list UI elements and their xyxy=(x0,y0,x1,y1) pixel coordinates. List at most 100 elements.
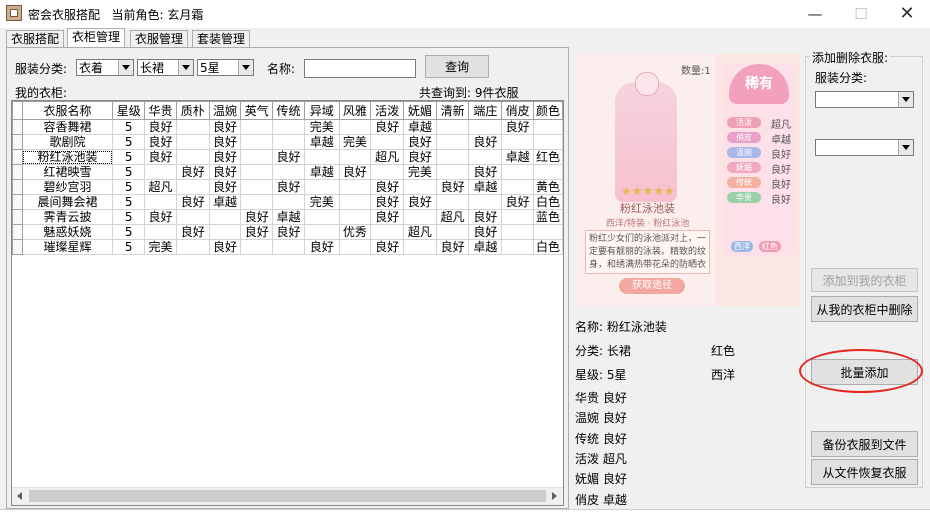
table-row[interactable]: 霁青云披 5 良好 良好 卓越 良好 超凡 良好 蓝色 xyxy=(12,209,563,225)
column-header[interactable]: 质朴 xyxy=(175,101,210,120)
table-cell[interactable] xyxy=(338,194,372,210)
category-select[interactable]: 衣着 xyxy=(76,59,134,76)
table-cell[interactable]: 超凡 xyxy=(403,224,437,240)
column-header[interactable]: 华贵 xyxy=(144,101,177,120)
table-cell[interactable] xyxy=(240,119,274,135)
table-cell[interactable] xyxy=(175,134,210,150)
table-cell[interactable]: 卓越 xyxy=(303,134,340,150)
table-cell[interactable]: 超凡 xyxy=(435,209,470,225)
table-cell[interactable] xyxy=(468,119,503,135)
table-cell[interactable]: 良好 xyxy=(240,209,274,225)
table-cell[interactable]: 良好 xyxy=(303,239,340,255)
table-cell[interactable] xyxy=(338,209,372,225)
table-cell[interactable] xyxy=(532,119,563,135)
table-cell[interactable] xyxy=(272,119,305,135)
table-cell[interactable]: 超凡 xyxy=(370,149,405,165)
table-cell[interactable]: 容香舞裙 xyxy=(21,119,114,135)
scroll-left-icon[interactable] xyxy=(12,488,29,505)
table-row[interactable]: 晨间舞会裙 5 良好 卓越 完美 良好 良好 良好 白色 xyxy=(12,194,563,210)
table-cell[interactable]: 良好 xyxy=(175,164,210,180)
table-cell[interactable]: 良好 xyxy=(468,209,503,225)
table-cell[interactable]: 5 xyxy=(112,149,146,165)
table-cell[interactable]: 良好 xyxy=(501,194,534,210)
table-cell[interactable] xyxy=(175,179,210,195)
column-header[interactable]: 异域 xyxy=(303,101,340,120)
backup-to-file-button[interactable]: 备份衣服到文件 xyxy=(811,431,918,457)
table-cell[interactable]: 霁青云披 xyxy=(21,209,114,225)
table-cell[interactable]: 卓越 xyxy=(468,179,503,195)
table-cell[interactable]: 良好 xyxy=(175,224,210,240)
row-header[interactable] xyxy=(12,149,23,165)
table-cell[interactable] xyxy=(240,194,274,210)
column-header[interactable]: 星级 xyxy=(112,101,146,120)
table-cell[interactable]: 黄色 xyxy=(532,179,563,195)
table-cell[interactable] xyxy=(370,134,405,150)
table-cell[interactable]: 5 xyxy=(112,134,146,150)
table-cell[interactable]: 魅惑妖娆 xyxy=(21,224,114,240)
table-cell[interactable] xyxy=(272,239,305,255)
column-header[interactable]: 颜色 xyxy=(532,101,563,120)
table-cell[interactable]: 良好 xyxy=(208,119,242,135)
scrollbar-thumb[interactable] xyxy=(29,490,546,502)
table-cell[interactable]: 5 xyxy=(112,209,146,225)
table-cell[interactable]: 良好 xyxy=(208,149,242,165)
table-cell[interactable]: 良好 xyxy=(208,134,242,150)
table-cell[interactable]: 卓越 xyxy=(208,194,242,210)
table-cell[interactable] xyxy=(303,149,340,165)
table-cell[interactable]: 良好 xyxy=(175,194,210,210)
table-cell[interactable] xyxy=(435,134,470,150)
table-cell[interactable] xyxy=(303,209,340,225)
table-cell[interactable]: 良好 xyxy=(435,239,470,255)
minimize-button[interactable]: — xyxy=(792,0,838,28)
table-cell[interactable]: 良好 xyxy=(370,179,405,195)
table-cell[interactable] xyxy=(240,179,274,195)
table-cell[interactable] xyxy=(403,239,437,255)
column-header[interactable]: 妩媚 xyxy=(403,101,437,120)
table-cell[interactable]: 良好 xyxy=(272,224,305,240)
table-cell[interactable] xyxy=(303,224,340,240)
table-cell[interactable]: 粉红泳池装 xyxy=(21,149,114,165)
table-cell[interactable]: 良好 xyxy=(208,179,242,195)
table-row[interactable]: 碧纱宫羽 5 超凡 良好 良好 良好 良好 卓越 黄色 xyxy=(12,179,563,195)
table-cell[interactable]: 卓越 xyxy=(272,209,305,225)
table-cell[interactable]: 卓越 xyxy=(303,164,340,180)
table-cell[interactable] xyxy=(144,224,177,240)
level-select[interactable]: 5星 xyxy=(197,59,254,76)
table-cell[interactable]: 良好 xyxy=(144,149,177,165)
row-header[interactable] xyxy=(12,164,23,180)
column-header[interactable]: 温婉 xyxy=(208,101,242,120)
table-cell[interactable] xyxy=(435,149,470,165)
table-cell[interactable] xyxy=(175,149,210,165)
row-header[interactable] xyxy=(12,224,23,240)
column-header[interactable]: 传统 xyxy=(272,101,305,120)
table-cell[interactable]: 良好 xyxy=(403,194,437,210)
table-cell[interactable]: 良好 xyxy=(208,239,242,255)
row-header[interactable] xyxy=(12,194,23,210)
search-button[interactable]: 查询 xyxy=(425,55,489,78)
table-cell[interactable] xyxy=(144,194,177,210)
table-cell[interactable] xyxy=(532,164,563,180)
table-cell[interactable] xyxy=(175,119,210,135)
table-cell[interactable] xyxy=(240,149,274,165)
table-cell[interactable] xyxy=(501,209,534,225)
table-cell[interactable]: 蓝色 xyxy=(532,209,563,225)
table-cell[interactable]: 5 xyxy=(112,119,146,135)
table-row[interactable]: 容香舞裙 5 良好 良好 完美 良好 卓越 良好 xyxy=(12,119,563,135)
table-cell[interactable] xyxy=(175,209,210,225)
tab-wardrobe-manage[interactable]: 衣柜管理 xyxy=(67,28,126,49)
table-cell[interactable]: 5 xyxy=(112,224,146,240)
row-header[interactable] xyxy=(12,239,23,255)
table-cell[interactable]: 5 xyxy=(112,194,146,210)
table-cell[interactable]: 超凡 xyxy=(144,179,177,195)
table-cell[interactable]: 红裙映雪 xyxy=(21,164,114,180)
subcategory-select[interactable]: 长裙 xyxy=(137,59,194,76)
table-cell[interactable]: 完美 xyxy=(403,164,437,180)
table-cell[interactable]: 红色 xyxy=(532,149,563,165)
table-cell[interactable] xyxy=(240,239,274,255)
table-cell[interactable]: 璀璨星辉 xyxy=(21,239,114,255)
column-header[interactable]: 俏皮 xyxy=(501,101,534,120)
row-header[interactable] xyxy=(12,119,23,135)
table-cell[interactable] xyxy=(370,224,405,240)
table-cell[interactable] xyxy=(338,179,372,195)
table-cell[interactable]: 良好 xyxy=(208,164,242,180)
